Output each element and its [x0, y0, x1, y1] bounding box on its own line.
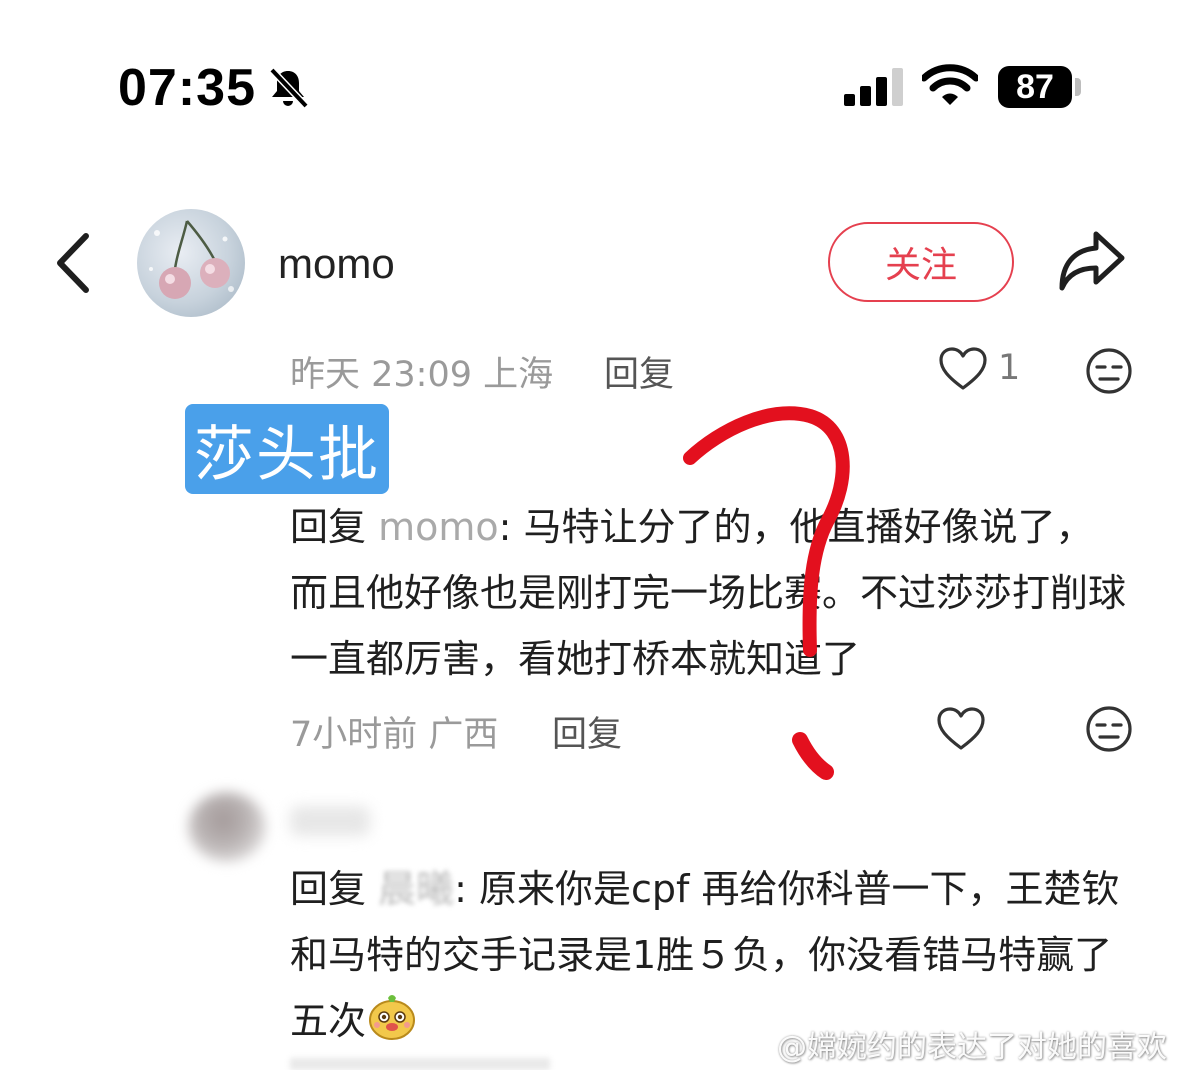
dislike-face-icon[interactable] [1084, 704, 1134, 754]
weibo-icon [727, 1030, 769, 1061]
follow-button[interactable]: 关注 [828, 222, 1014, 302]
like-count: 1 [998, 348, 1021, 388]
avatar[interactable] [137, 209, 245, 317]
bear-emoji-icon [369, 995, 416, 1040]
dislike-face-icon[interactable] [1084, 346, 1134, 396]
comment-1-time-location: 7小时前 广西 [290, 715, 499, 755]
comment-1-mention[interactable]: momo [378, 505, 499, 549]
heart-icon[interactable] [938, 346, 988, 392]
post-reply-button[interactable]: 回复 [604, 346, 674, 397]
status-time: 07:35 [118, 59, 256, 117]
next-row-partial [290, 1058, 550, 1070]
share-icon[interactable] [1056, 228, 1128, 294]
battery-level: 87 [1016, 67, 1054, 106]
battery-icon: 87 [998, 66, 1072, 108]
commenter-avatar-blurred[interactable] [188, 792, 266, 862]
watermark-text: @嫦婉约的表达了对她的喜欢 [777, 1030, 1167, 1065]
comment-2-reply-prefix: 回复 [290, 867, 367, 911]
cherry-avatar-icon [149, 220, 234, 299]
comment-1-reply-button[interactable]: 回复 [552, 706, 622, 757]
heart-icon[interactable] [936, 706, 986, 752]
back-icon[interactable] [50, 230, 98, 296]
battery-cap [1075, 78, 1081, 96]
post-time-location: 昨天 23:09 上海 [290, 355, 554, 395]
signal-icon [844, 68, 903, 106]
wifi-icon [922, 64, 978, 105]
comment-1-reply-prefix: 回复 [290, 505, 367, 549]
username[interactable]: momo [278, 240, 395, 288]
watermark: @嫦婉约的表达了对她的喜欢 [727, 1022, 1167, 1066]
commenter-name-blurred [290, 806, 370, 836]
highlight-tag: 莎头批 [185, 404, 389, 494]
comment-2-mention[interactable]: 晨曦 [378, 856, 454, 922]
bell-slash-icon [269, 67, 309, 109]
comment-1-text: 回复 momo: 马特让分了的，他直播好像说了，而且他好像也是刚打完一场比赛。不… [290, 494, 1130, 692]
